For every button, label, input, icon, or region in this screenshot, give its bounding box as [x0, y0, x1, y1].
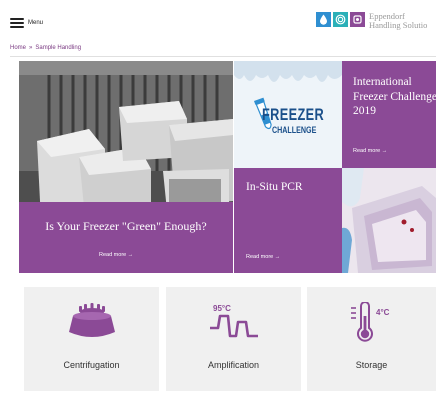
breadcrumb-current: Sample Handling	[35, 45, 82, 51]
brand-logo[interactable]: Eppendorf Handling Solutio	[316, 12, 427, 30]
brand-name: Eppendorf Handling Solutio	[369, 11, 428, 30]
tile-freezer-green[interactable]: Is Your Freezer "Green" Enough? Read mor…	[19, 61, 233, 273]
international-title: International Freezer Challenge 2019	[353, 76, 436, 117]
international-read-more[interactable]: Read more →	[353, 148, 387, 154]
tile-insitu-pcr[interactable]: In-Situ PCR Read more →	[234, 168, 342, 273]
amplification-icon	[166, 302, 301, 346]
tile-freezer-challenge-logo[interactable]: FREEZER CHALLENGE	[234, 61, 342, 168]
insitu-title: In-Situ PCR	[246, 181, 303, 193]
bag-icon	[350, 12, 365, 27]
freezer-logo-line1: FREEZER	[262, 105, 325, 124]
freezer-green-overlay: Is Your Freezer "Green" Enough? Read mor…	[19, 202, 233, 273]
pcr-photo	[342, 168, 436, 273]
category-label: Amplification	[207, 360, 260, 370]
freezer-green-read-more[interactable]: Read more →	[99, 252, 133, 258]
header: Menu Eppendorf Handling Solutio	[0, 0, 436, 42]
insitu-read-more[interactable]: Read more →	[246, 254, 280, 260]
thermometer-icon	[307, 302, 436, 346]
category-card-amplification[interactable]: 95°C Amplification	[166, 287, 301, 391]
storage-temp: 4°C	[376, 308, 390, 317]
menu-label: Menu	[28, 20, 44, 26]
breadcrumb-separator: »	[29, 45, 33, 51]
hamburger-icon	[10, 18, 24, 28]
category-label: Centrifugation	[63, 360, 120, 370]
freezer-green-title: Is Your Freezer "Green" Enough?	[45, 219, 207, 233]
amplification-temp: 95°C	[213, 304, 231, 313]
breadcrumb: Home» Sample Handling	[10, 45, 84, 51]
category-label: Storage	[355, 360, 388, 370]
tile-pcr-photo[interactable]	[342, 168, 436, 273]
menu-button[interactable]: Menu	[10, 18, 43, 28]
breadcrumb-home[interactable]: Home	[10, 45, 26, 51]
category-card-centrifugation[interactable]: Centrifugation	[24, 287, 159, 391]
centrifuge-icon	[24, 302, 159, 342]
tile-international-freezer-challenge[interactable]: International Freezer Challenge 2019 Rea…	[342, 61, 436, 168]
freezer-logo-line2: CHALLENGE	[272, 125, 317, 136]
drop-icon	[316, 12, 331, 27]
spiral-icon	[333, 12, 348, 27]
divider	[10, 56, 436, 57]
category-card-storage[interactable]: 4°C Storage	[307, 287, 436, 391]
